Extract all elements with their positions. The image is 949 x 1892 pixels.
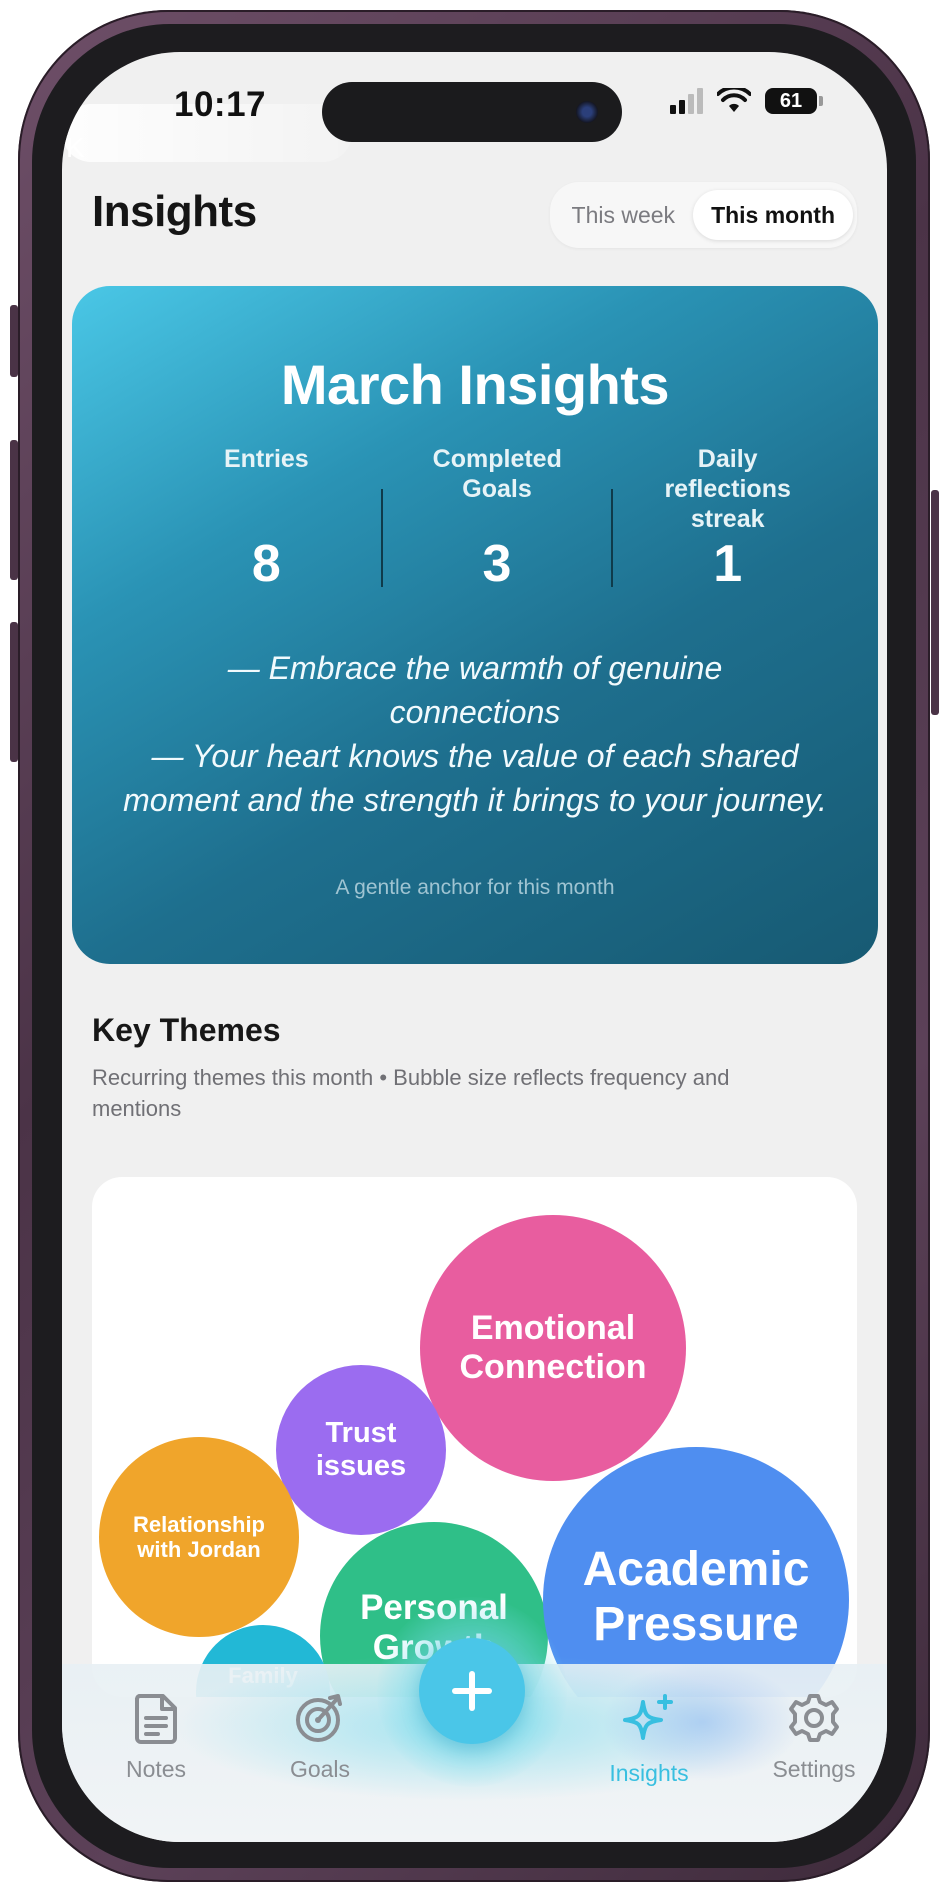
quote-line: — Embrace the warmth of genuine connecti… (227, 650, 723, 730)
stat-label: Completed Goals (432, 445, 562, 503)
add-entry-button[interactable] (419, 1638, 525, 1744)
stat-label: Daily reflections streak (664, 445, 791, 533)
status-time: 10:17 (174, 85, 267, 124)
stats-row: Entries 8 Completed Goals 3 Daily reflec… (152, 444, 842, 593)
document-icon (134, 1694, 177, 1744)
quote-line: — Your heart knows the value of each sha… (123, 738, 827, 818)
stat-entries: Entries 8 (152, 444, 381, 593)
stat-reflection-streak: Daily reflections streak 1 (613, 444, 842, 593)
monthly-insights-card: March Insights Entries 8 Completed Goals… (72, 286, 878, 964)
quote-caption: A gentle anchor for this month (335, 876, 615, 899)
volume-up-button (10, 440, 18, 580)
volume-down-button (10, 622, 18, 762)
stat-value: 1 (713, 535, 743, 593)
battery-icon: 61 (765, 88, 823, 114)
screen: K 10:17 61 Insights This week This month… (62, 52, 887, 1842)
period-segmented-control: This week This month (549, 182, 857, 248)
camera-icon (576, 101, 598, 123)
tab-notes[interactable]: Notes (91, 1692, 221, 1783)
power-button (931, 490, 939, 715)
segment-this-week[interactable]: This week (554, 190, 694, 240)
stat-label: Entries (223, 445, 309, 473)
status-icons: 61 (670, 88, 823, 114)
theme-bubble[interactable]: Emotional Connection (420, 1215, 686, 1481)
wifi-icon (717, 88, 751, 112)
back-hint[interactable]: K (66, 132, 85, 164)
stat-value: 8 (251, 535, 281, 593)
card-title: March Insights (280, 353, 670, 416)
section-subtitle: Recurring themes this month • Bubble siz… (92, 1065, 730, 1121)
monthly-quote: — Embrace the warmth of genuine connecti… (112, 646, 838, 822)
gear-icon (789, 1694, 839, 1742)
tab-insights[interactable]: Insights (584, 1692, 714, 1787)
tab-label: Goals (289, 1756, 351, 1782)
stat-completed-goals: Completed Goals 3 (383, 444, 612, 593)
tab-label: Insights (609, 1760, 689, 1786)
tab-label: Notes (125, 1756, 187, 1782)
tab-settings[interactable]: Settings (749, 1692, 879, 1783)
sparkles-icon (623, 1694, 673, 1740)
stat-value: 3 (482, 535, 512, 593)
theme-bubble[interactable]: Trust issues (276, 1365, 446, 1535)
signal-icon (670, 88, 703, 114)
segment-this-month[interactable]: This month (693, 190, 853, 240)
target-icon (296, 1694, 342, 1742)
page-title: Insights (92, 187, 257, 236)
plus-icon (452, 1671, 492, 1711)
section-title: Key Themes (92, 1012, 281, 1048)
theme-bubble[interactable]: Relationship with Jordan (99, 1437, 299, 1637)
tab-label: Settings (772, 1756, 856, 1782)
tab-goals[interactable]: Goals (255, 1692, 385, 1783)
dynamic-island (322, 82, 622, 142)
action-button (10, 305, 18, 377)
